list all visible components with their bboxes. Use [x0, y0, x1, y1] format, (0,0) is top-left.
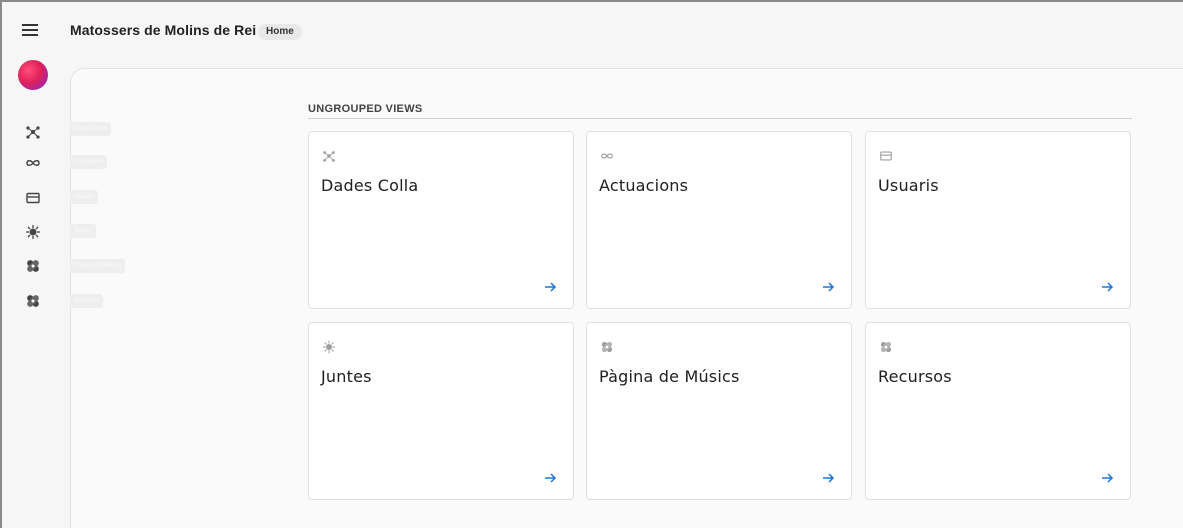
bandage-icon — [27, 295, 39, 307]
view-card-actuacions[interactable]: Actuacions — [586, 131, 852, 309]
card-title: Dades Colla — [321, 176, 419, 195]
sidebar-label[interactable]: Dades Colla — [70, 122, 111, 136]
card-title: Recursos — [878, 367, 952, 386]
breadcrumb-home[interactable]: Home — [258, 24, 302, 40]
card-title: Actuacions — [599, 176, 689, 195]
hamburger-menu-icon[interactable] — [22, 24, 38, 38]
view-card-dades-colla[interactable]: Dades Colla — [308, 131, 574, 309]
sidebar-label[interactable]: Recursos — [70, 294, 104, 308]
bandage-icon — [878, 339, 894, 355]
arrow-right-icon[interactable] — [1100, 471, 1114, 485]
network-icon — [26, 126, 40, 139]
card-title: Usuaris — [878, 176, 939, 195]
infinity-icon — [599, 148, 615, 164]
arrow-right-icon[interactable] — [821, 280, 835, 294]
card-icon — [878, 148, 894, 164]
view-card-juntes[interactable]: Juntes — [308, 322, 574, 500]
arrow-right-icon[interactable] — [821, 471, 835, 485]
top-bar: Matossers de Molins de Rei Home — [2, 2, 1183, 58]
virus-icon — [26, 225, 40, 239]
card-title: Pàgina de Músics — [599, 367, 740, 386]
user-avatar[interactable] — [18, 60, 48, 90]
sidebar-label[interactable]: Usuaris — [70, 190, 99, 204]
sidebar-item-juntes[interactable] — [24, 223, 42, 241]
view-card-pagina-de-musics[interactable]: Pàgina de Músics — [586, 322, 852, 500]
arrow-right-icon[interactable] — [1100, 280, 1114, 294]
card-icon — [26, 192, 40, 204]
app-frame: Matossers de Molins de Rei Home Dades Co… — [0, 0, 1183, 528]
view-card-recursos[interactable]: Recursos — [865, 322, 1131, 500]
sidebar-label[interactable]: Juntes — [70, 224, 96, 238]
sidebar-item-usuaris[interactable] — [24, 189, 42, 207]
arrow-right-icon[interactable] — [543, 280, 557, 294]
sidebar-item-recursos[interactable] — [24, 292, 42, 310]
sidebar-label[interactable]: Actuacions — [70, 155, 108, 169]
card-title: Juntes — [321, 367, 372, 386]
sidebar-item-actuacions[interactable] — [24, 154, 42, 172]
arrow-right-icon[interactable] — [543, 471, 557, 485]
virus-icon — [321, 339, 337, 355]
sidebar-item-dades-colla[interactable] — [24, 123, 42, 141]
sidebar-item-pagina-de-musics[interactable] — [24, 257, 42, 275]
bandage-icon — [27, 260, 39, 272]
network-icon — [321, 148, 337, 164]
view-card-usuaris[interactable]: Usuaris — [865, 131, 1131, 309]
section-title: UNGROUPED VIEWS — [308, 103, 423, 115]
section-divider — [308, 118, 1132, 119]
app-title: Matossers de Molins de Rei — [70, 22, 257, 38]
sidebar-label[interactable]: Pàgina de Músics — [70, 259, 126, 273]
infinity-icon — [26, 160, 40, 166]
bandage-icon — [599, 339, 615, 355]
